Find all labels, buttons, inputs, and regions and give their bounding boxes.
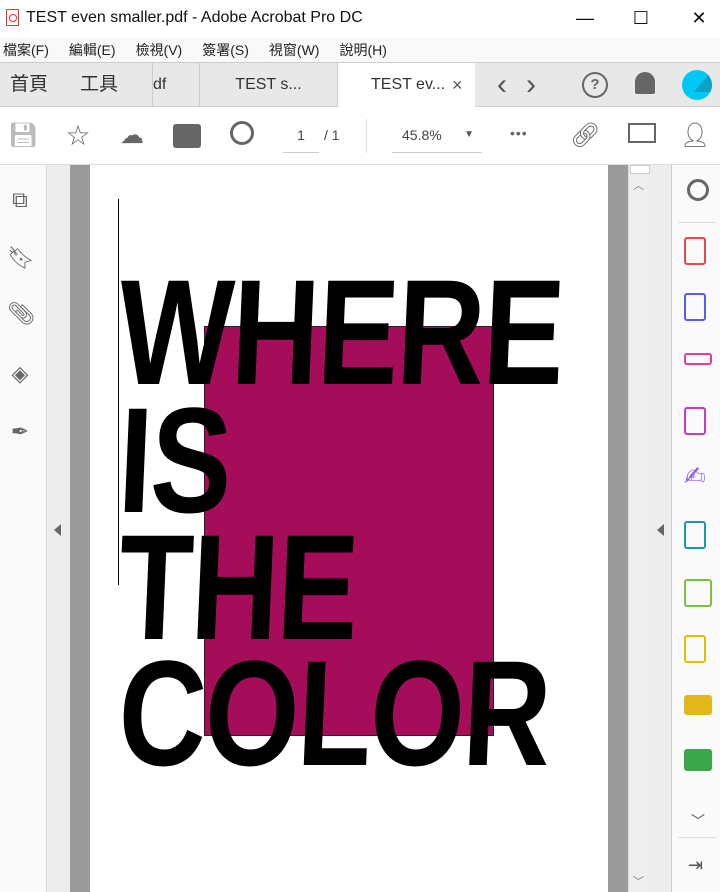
cloud-upload-icon[interactable]: ☁ [117, 121, 147, 151]
comment-icon[interactable] [684, 695, 712, 715]
more-tools-chevron-icon[interactable]: ﹀ [691, 811, 705, 831]
divider [678, 837, 716, 838]
left-navigation-panel: ⧉ 🔖︎ 📎︎ ◈ ✒ [0, 165, 47, 892]
title-bar: TEST even smaller.pdf - Adobe Acrobat Pr… [0, 0, 720, 37]
fill-sign-icon[interactable]: ✍ [684, 461, 706, 492]
maximize-button[interactable]: ☐ [626, 6, 656, 30]
menu-window[interactable]: 視窗(W) [266, 37, 320, 62]
scroll-down-icon[interactable]: ﹀ [633, 873, 644, 889]
avatar[interactable] [682, 70, 712, 100]
expand-right-panel-icon[interactable] [657, 524, 664, 536]
menu-help[interactable]: 說明(H) [336, 37, 386, 62]
collapse-left-icon[interactable] [54, 524, 61, 536]
tab-prev-icon[interactable]: ‹ [497, 63, 507, 107]
divider [678, 222, 716, 223]
star-icon[interactable]: ☆ [63, 121, 93, 151]
print-icon[interactable] [173, 124, 201, 148]
comment-file-icon[interactable] [684, 635, 706, 663]
layers-icon[interactable]: ◈ [7, 361, 33, 389]
tab-home[interactable]: 首頁 [10, 63, 48, 107]
zoom-search-icon[interactable] [230, 121, 254, 145]
chevron-down-icon: ▼ [464, 129, 474, 140]
attachment-icon[interactable]: 📎︎ [7, 301, 35, 329]
page-total: / 1 [324, 127, 340, 143]
more-tools-icon[interactable]: ••• [510, 125, 528, 141]
menu-bar: 檔案(F) 編輯(E) 檢視(V) 簽署(S) 視窗(W) 說明(H) [0, 37, 720, 62]
menu-sign[interactable]: 簽署(S) [199, 37, 249, 62]
email-icon[interactable] [628, 123, 656, 143]
menu-edit[interactable]: 編輯(E) [66, 37, 116, 62]
menu-view[interactable]: 檢視(V) [133, 37, 183, 62]
tab-close-icon[interactable]: × [452, 63, 463, 107]
page-number-input[interactable]: 1 [283, 127, 319, 153]
tab-doc-1[interactable]: df [152, 63, 200, 107]
tab-bar: 首頁 工具 df TEST s... TEST ev... × ‹ › ? [0, 62, 720, 108]
bookmark-icon[interactable]: 🔖︎ [7, 245, 35, 273]
canvas-margin-left [70, 165, 90, 892]
divider [366, 119, 367, 153]
tab-doc-2[interactable]: TEST s... [200, 63, 338, 107]
close-button[interactable]: ✕ [684, 6, 714, 30]
scroll-thumb[interactable] [630, 165, 650, 174]
add-user-icon[interactable]: 👤︎ [680, 121, 710, 151]
collapse-panel-icon[interactable]: ⇥ [688, 855, 703, 876]
save-icon[interactable]: 💾︎ [8, 121, 38, 151]
print-production-icon[interactable] [684, 749, 712, 771]
toolbar: 💾︎ ☆ ☁ 1 / 1 45.8% ▼ ••• 🔗︎ 👤︎ [0, 107, 720, 165]
pdf-page: WHERE IS THE COLOR [90, 165, 608, 892]
share-link-icon[interactable]: 🔗︎ [570, 121, 600, 151]
vertical-scrollbar[interactable]: ︿ ﹀ [628, 165, 650, 892]
pages-icon[interactable]: ⧉ [7, 187, 33, 215]
tab-next-icon[interactable]: › [526, 63, 536, 107]
help-icon[interactable]: ? [582, 72, 608, 98]
edit-form-icon[interactable] [684, 407, 706, 435]
window-title: TEST even smaller.pdf - Adobe Acrobat Pr… [26, 9, 363, 26]
tab-tools[interactable]: 工具 [80, 63, 118, 107]
right-panel-collapse-strip [650, 165, 672, 892]
signature-pen-icon[interactable]: ✒ [7, 419, 33, 447]
zoom-select[interactable]: 45.8% ▼ [392, 127, 482, 153]
right-tools-panel: ✍ ﹀ ⇥ [672, 165, 720, 892]
headline-line-4: COLOR [115, 629, 554, 797]
scroll-up-icon[interactable]: ︿ [633, 177, 644, 193]
minimize-button[interactable]: — [570, 6, 600, 30]
compare-files-icon[interactable] [684, 579, 712, 607]
pdf-file-icon [6, 9, 19, 26]
tab-doc-3-label: TEST ev... [371, 76, 446, 93]
export-pdf-icon[interactable] [684, 293, 706, 321]
send-for-review-icon[interactable] [684, 521, 706, 549]
bell-icon[interactable] [635, 72, 655, 94]
zoom-value: 45.8% [402, 127, 442, 143]
organize-pages-icon[interactable] [684, 353, 712, 365]
left-panel-collapse-strip [47, 165, 70, 892]
menu-file[interactable]: 檔案(F) [0, 37, 49, 62]
find-icon[interactable] [687, 179, 709, 201]
create-pdf-icon[interactable] [684, 237, 706, 265]
canvas-margin-right [608, 165, 628, 892]
